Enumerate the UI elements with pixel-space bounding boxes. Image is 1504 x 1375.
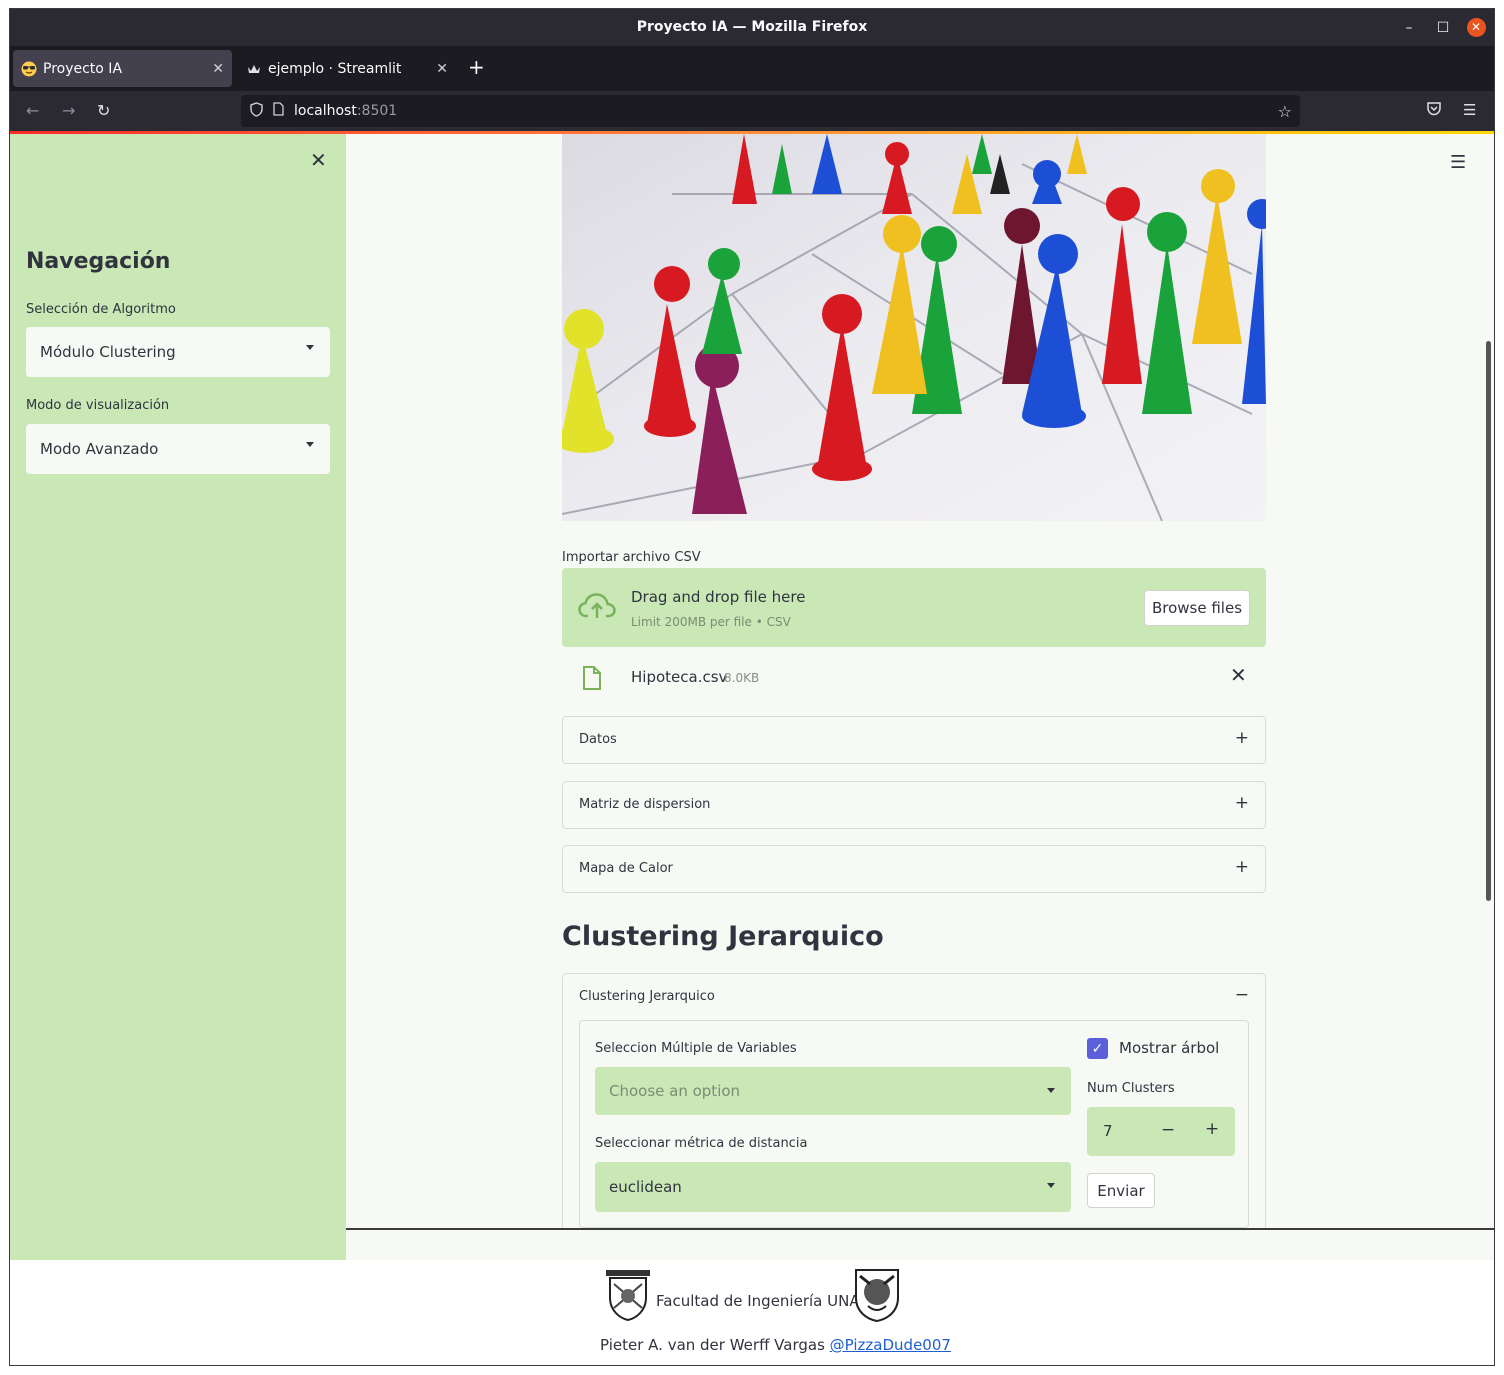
footer-author: Pieter A. van der Werff Vargas: [600, 1336, 825, 1354]
scrollbar-thumb[interactable]: [1486, 341, 1491, 901]
mode-select-label: Modo de visualización: [26, 398, 170, 413]
author-handle-link[interactable]: @PizzaDude007: [830, 1336, 951, 1354]
sidebar-title: Navegación: [26, 249, 171, 274]
back-arrow-icon[interactable]: ←: [26, 101, 39, 120]
show-tree-checkbox[interactable]: ✓: [1087, 1038, 1108, 1059]
tab-close-icon[interactable]: ✕: [436, 61, 448, 77]
reload-icon[interactable]: ↻: [97, 101, 110, 120]
app-menu-icon[interactable]: ☰: [1463, 101, 1476, 119]
num-clusters-value[interactable]: 7: [1103, 1122, 1113, 1140]
url-host: localhost: [294, 103, 357, 119]
url-port: :8501: [356, 103, 398, 119]
tab-close-icon[interactable]: ✕: [212, 61, 224, 77]
clustering-form: Seleccion Múltiple de Variables Choose a…: [579, 1020, 1249, 1228]
expander-label: Mapa de Calor: [579, 861, 673, 876]
cloud-upload-icon: [578, 592, 616, 624]
tab-proyecto-ia[interactable]: Proyecto IA ✕: [13, 50, 232, 87]
variables-multiselect[interactable]: Choose an option: [595, 1067, 1071, 1115]
uploader-label: Importar archivo CSV: [562, 550, 701, 565]
remove-file-icon[interactable]: ✕: [1230, 663, 1247, 687]
file-dropzone[interactable]: Drag and drop file here Limit 200MB per …: [562, 568, 1266, 647]
browse-files-button[interactable]: Browse files: [1144, 590, 1250, 626]
tab-label: Proyecto IA: [43, 60, 123, 77]
engineering-faculty-crest-icon: [604, 1268, 652, 1322]
footer-institution: Facultad de Ingeniería UNAM: [656, 1292, 873, 1310]
algorithm-select[interactable]: Módulo Clustering: [26, 327, 330, 377]
close-icon: ✕: [1466, 18, 1486, 37]
check-icon: ✓: [1091, 1040, 1104, 1057]
unam-crest-icon: [852, 1266, 900, 1323]
collapse-minus-icon[interactable]: −: [1235, 985, 1249, 1005]
browser-window: Proyecto IA — Mozilla Firefox – ☐ ✕ Proy…: [9, 8, 1495, 1366]
uploaded-file-item: Hipoteca.csv 8.0KB ✕: [562, 659, 1266, 699]
expander-clustering-jerarquico: Clustering Jerarquico − Seleccion Múltip…: [562, 973, 1266, 1229]
sidebar-close-icon[interactable]: ✕: [310, 148, 327, 172]
algorithm-select-label: Selección de Algoritmo: [26, 302, 176, 317]
expander-mapa-calor[interactable]: Mapa de Calor +: [562, 845, 1266, 893]
new-tab-button[interactable]: +: [468, 57, 485, 77]
tab-ejemplo-streamlit[interactable]: ejemplo · Streamlit ✕: [238, 50, 456, 87]
submit-button[interactable]: Enviar: [1087, 1173, 1155, 1208]
variables-placeholder: Choose an option: [609, 1082, 741, 1100]
shield-icon[interactable]: [250, 101, 263, 121]
file-size: 8.0KB: [724, 671, 760, 685]
metric-label: Seleccionar métrica de distancia: [595, 1136, 808, 1151]
metric-select[interactable]: euclidean: [595, 1162, 1071, 1212]
expander-datos[interactable]: Datos +: [562, 716, 1266, 764]
chevron-down-icon: [1047, 1183, 1055, 1188]
bookmark-star-icon[interactable]: ☆: [1278, 102, 1292, 121]
increment-plus-icon[interactable]: +: [1205, 1119, 1219, 1139]
address-bar[interactable]: localhost:8501 ☆: [241, 95, 1300, 127]
mode-select-value: Modo Avanzado: [40, 440, 159, 458]
expander-label: Matriz de dispersion: [579, 797, 711, 812]
expand-plus-icon: +: [1234, 793, 1249, 813]
expander-label: Datos: [579, 732, 617, 747]
maximize-button[interactable]: ☐: [1433, 9, 1453, 46]
pocket-icon[interactable]: [1426, 101, 1442, 120]
chevron-down-icon: [306, 345, 314, 350]
chevron-down-icon: [1047, 1088, 1055, 1093]
show-tree-label: Mostrar árbol: [1119, 1039, 1220, 1057]
forward-arrow-icon[interactable]: →: [62, 101, 75, 120]
file-icon: [582, 665, 602, 695]
page-icon: [273, 102, 284, 120]
mode-select[interactable]: Modo Avanzado: [26, 424, 330, 474]
hamburger-menu-icon[interactable]: ☰: [1450, 152, 1466, 173]
num-clusters-stepper[interactable]: 7 − +: [1087, 1107, 1235, 1156]
footer-credits: Pieter A. van der Werff Vargas @PizzaDud…: [600, 1336, 951, 1354]
metric-value: euclidean: [609, 1178, 682, 1196]
file-name: Hipoteca.csv: [631, 668, 728, 686]
network-pawns-image: [562, 134, 1266, 521]
dropzone-limit: Limit 200MB per file • CSV: [631, 615, 791, 629]
window-title: Proyecto IA — Mozilla Firefox: [10, 9, 1494, 46]
expander-label[interactable]: Clustering Jerarquico: [579, 989, 715, 1004]
footer: Facultad de Ingeniería UNAM Pieter A. va…: [10, 1260, 1494, 1365]
num-clusters-label: Num Clusters: [1087, 1081, 1175, 1096]
main-content: ☰ Importar archivo CSV Drag and drop fil…: [346, 134, 1494, 1229]
streamlit-crown-icon: [246, 61, 262, 77]
section-title: Clustering Jerarquico: [562, 921, 884, 952]
tab-bar: Proyecto IA ✕ ejemplo · Streamlit ✕ +: [10, 46, 1494, 91]
expander-matriz-dispersion[interactable]: Matriz de dispersion +: [562, 781, 1266, 829]
variables-label: Seleccion Múltiple de Variables: [595, 1041, 797, 1056]
close-window-button[interactable]: ✕: [1466, 9, 1486, 46]
chevron-down-icon: [306, 442, 314, 447]
algorithm-select-value: Módulo Clustering: [40, 343, 176, 361]
decrement-minus-icon[interactable]: −: [1161, 1120, 1175, 1140]
divider-line: [346, 1228, 1494, 1230]
dropzone-instruction: Drag and drop file here: [631, 588, 806, 606]
sunglasses-emoji-icon: [21, 61, 37, 77]
minimize-button[interactable]: –: [1399, 9, 1419, 46]
sidebar: ✕ Navegación Selección de Algoritmo Módu…: [10, 134, 346, 1260]
expand-plus-icon: +: [1234, 857, 1249, 877]
expand-plus-icon: +: [1234, 728, 1249, 748]
navigation-bar: ← → ↻ localhost:8501 ☆ ☰: [10, 91, 1494, 131]
tab-label: ejemplo · Streamlit: [268, 60, 402, 77]
